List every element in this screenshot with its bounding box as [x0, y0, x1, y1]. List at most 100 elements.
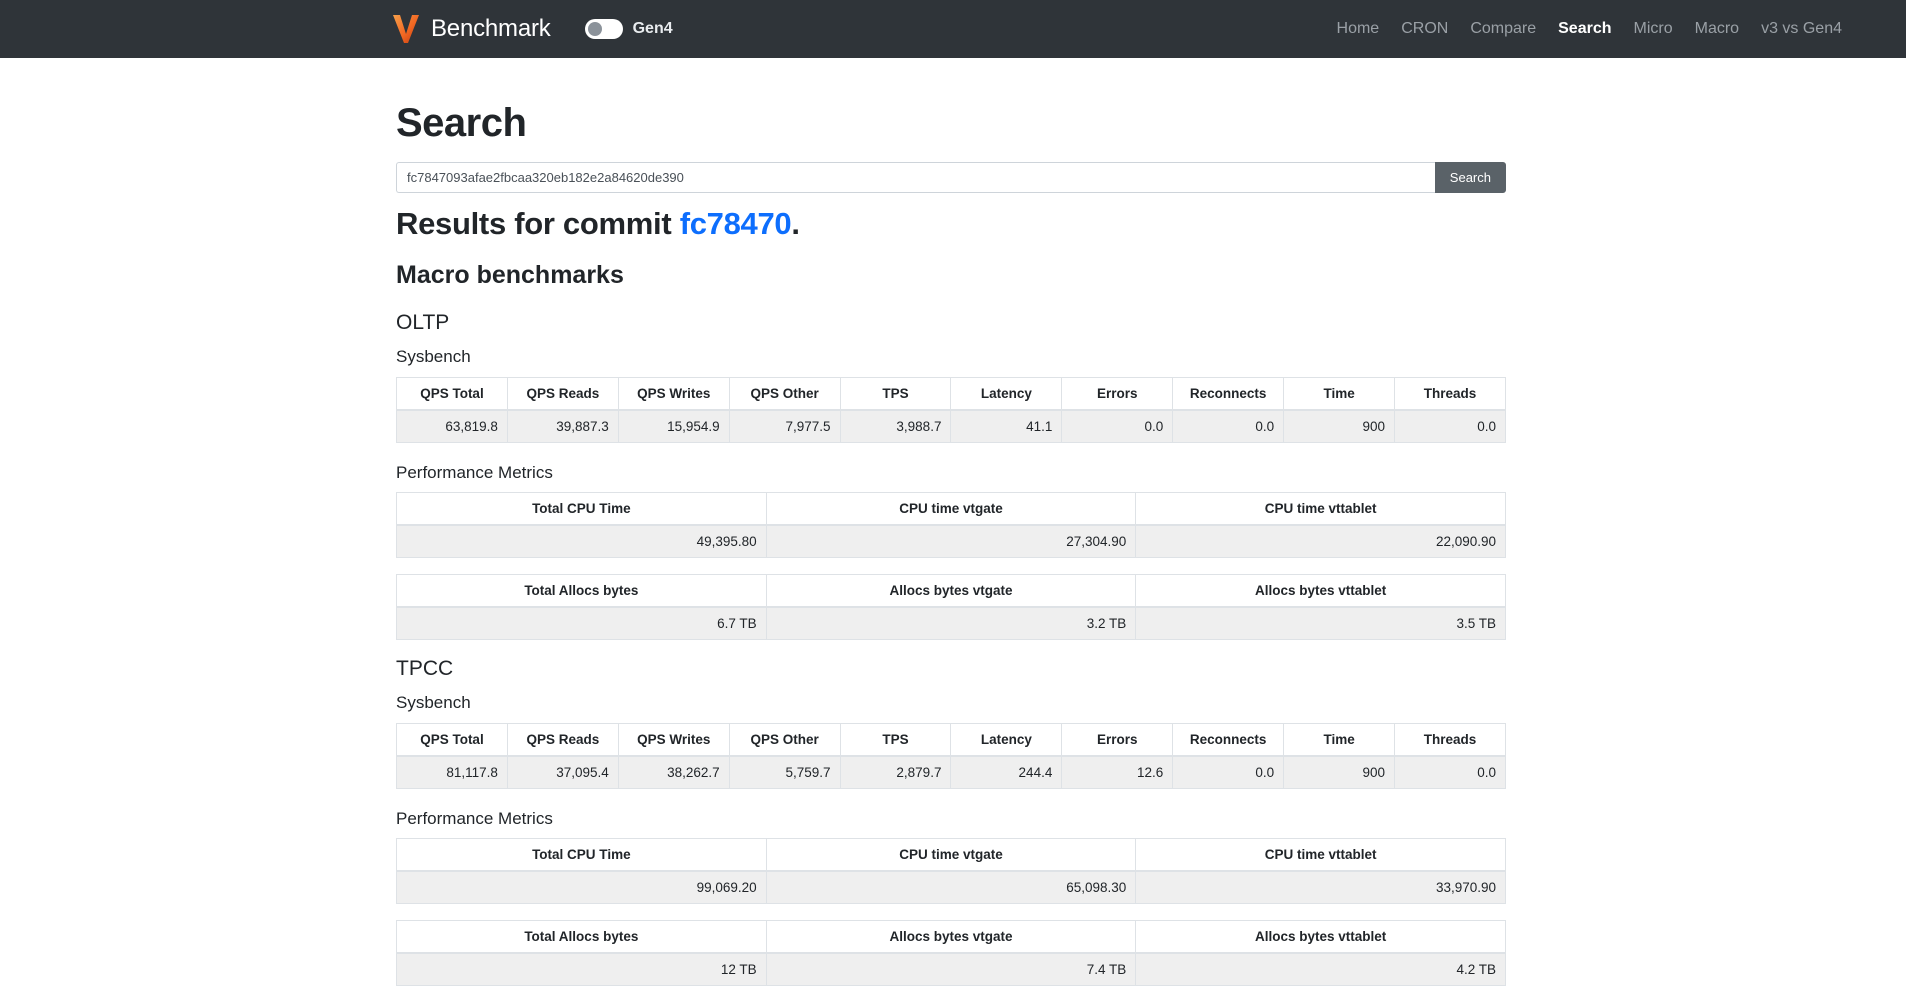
- results-prefix: Results for commit: [396, 206, 680, 241]
- th-errors: Errors: [1062, 377, 1173, 410]
- th-tps: TPS: [840, 723, 951, 756]
- cell-cpu-time-vttablet: 22,090.90: [1136, 525, 1506, 558]
- th-threads: Threads: [1395, 377, 1506, 410]
- th-reconnects: Reconnects: [1173, 723, 1284, 756]
- cell-reconnects: 0.0: [1173, 410, 1284, 443]
- nav-link-compare[interactable]: Compare: [1470, 21, 1536, 37]
- nav-link-v3-vs-gen4[interactable]: v3 vs Gen4: [1761, 21, 1842, 37]
- top-navbar: Benchmark Gen4 Home CRON Compare Search …: [0, 0, 1906, 58]
- table-header-row: QPS Total QPS Reads QPS Writes QPS Other…: [397, 723, 1506, 756]
- th-latency: Latency: [951, 723, 1062, 756]
- cell-qps-other: 7,977.5: [729, 410, 840, 443]
- nav-link-search[interactable]: Search: [1558, 21, 1611, 37]
- th-allocs-bytes-vttablet: Allocs bytes vttablet: [1136, 921, 1506, 954]
- brand[interactable]: Benchmark: [392, 14, 551, 44]
- table-header-row: Total Allocs bytes Allocs bytes vtgate A…: [397, 921, 1506, 954]
- table-row: 6.7 TB 3.2 TB 3.5 TB: [397, 607, 1506, 640]
- th-qps-reads: QPS Reads: [507, 723, 618, 756]
- th-qps-writes: QPS Writes: [618, 377, 729, 410]
- results-suffix: .: [791, 206, 799, 241]
- performance-metrics-label-oltp: Performance Metrics: [396, 463, 1506, 483]
- th-qps-reads: QPS Reads: [507, 377, 618, 410]
- table-header-row: Total CPU Time CPU time vtgate CPU time …: [397, 493, 1506, 526]
- sysbench-label-tpcc: Sysbench: [396, 693, 1506, 713]
- table-row: 81,117.8 37,095.4 38,262.7 5,759.7 2,879…: [397, 756, 1506, 789]
- toggle-switch-icon[interactable]: [585, 19, 623, 39]
- cell-qps-reads: 39,887.3: [507, 410, 618, 443]
- th-latency: Latency: [951, 377, 1062, 410]
- th-total-allocs-bytes: Total Allocs bytes: [397, 575, 767, 608]
- th-cpu-time-vttablet: CPU time vttablet: [1136, 839, 1506, 872]
- benchmark-title-oltp: OLTP: [396, 310, 1506, 335]
- benchmark-title-tpcc: TPCC: [396, 656, 1506, 681]
- vitess-v-logo-icon: [392, 14, 420, 44]
- th-qps-total: QPS Total: [397, 723, 508, 756]
- commit-link[interactable]: fc78470: [680, 206, 792, 241]
- cell-tps: 3,988.7: [840, 410, 951, 443]
- cell-total-cpu-time: 99,069.20: [397, 871, 767, 904]
- th-cpu-time-vtgate: CPU time vtgate: [766, 839, 1136, 872]
- cell-allocs-bytes-vttablet: 3.5 TB: [1136, 607, 1506, 640]
- cell-total-cpu-time: 49,395.80: [397, 525, 767, 558]
- table-row: 49,395.80 27,304.90 22,090.90: [397, 525, 1506, 558]
- table-header-row: Total Allocs bytes Allocs bytes vtgate A…: [397, 575, 1506, 608]
- th-time: Time: [1284, 723, 1395, 756]
- sysbench-table-tpcc: QPS Total QPS Reads QPS Writes QPS Other…: [396, 723, 1506, 789]
- cell-allocs-bytes-vtgate: 7.4 TB: [766, 953, 1136, 986]
- cell-cpu-time-vtgate: 65,098.30: [766, 871, 1136, 904]
- th-cpu-time-vttablet: CPU time vttablet: [1136, 493, 1506, 526]
- allocs-table-oltp: Total Allocs bytes Allocs bytes vtgate A…: [396, 574, 1506, 640]
- th-errors: Errors: [1062, 723, 1173, 756]
- cell-qps-reads: 37,095.4: [507, 756, 618, 789]
- macro-benchmarks-heading: Macro benchmarks: [396, 260, 1506, 290]
- search-button[interactable]: Search: [1435, 162, 1506, 193]
- th-qps-total: QPS Total: [397, 377, 508, 410]
- sysbench-table-oltp: QPS Total QPS Reads QPS Writes QPS Other…: [396, 377, 1506, 443]
- th-allocs-bytes-vttablet: Allocs bytes vttablet: [1136, 575, 1506, 608]
- allocs-table-tpcc: Total Allocs bytes Allocs bytes vtgate A…: [396, 920, 1506, 986]
- cell-errors: 0.0: [1062, 410, 1173, 443]
- nav-link-macro[interactable]: Macro: [1695, 21, 1739, 37]
- main-content: Search Search Results for commit fc78470…: [396, 58, 1506, 986]
- cell-cpu-time-vtgate: 27,304.90: [766, 525, 1136, 558]
- cell-threads: 0.0: [1395, 756, 1506, 789]
- cell-errors: 12.6: [1062, 756, 1173, 789]
- table-row: 12 TB 7.4 TB 4.2 TB: [397, 953, 1506, 986]
- cpu-table-tpcc: Total CPU Time CPU time vtgate CPU time …: [396, 838, 1506, 904]
- table-header-row: QPS Total QPS Reads QPS Writes QPS Other…: [397, 377, 1506, 410]
- cpu-table-oltp: Total CPU Time CPU time vtgate CPU time …: [396, 492, 1506, 558]
- th-qps-other: QPS Other: [729, 723, 840, 756]
- cell-threads: 0.0: [1395, 410, 1506, 443]
- results-heading: Results for commit fc78470.: [396, 205, 1506, 242]
- performance-metrics-label-tpcc: Performance Metrics: [396, 809, 1506, 829]
- main-nav: Home CRON Compare Search Micro Macro v3 …: [1337, 21, 1842, 37]
- cell-cpu-time-vttablet: 33,970.90: [1136, 871, 1506, 904]
- table-row: 99,069.20 65,098.30 33,970.90: [397, 871, 1506, 904]
- th-cpu-time-vtgate: CPU time vtgate: [766, 493, 1136, 526]
- cell-qps-writes: 15,954.9: [618, 410, 729, 443]
- cell-qps-other: 5,759.7: [729, 756, 840, 789]
- sysbench-label-oltp: Sysbench: [396, 347, 1506, 367]
- page-title: Search: [396, 100, 1506, 146]
- th-total-allocs-bytes: Total Allocs bytes: [397, 921, 767, 954]
- nav-link-micro[interactable]: Micro: [1634, 21, 1673, 37]
- th-total-cpu-time: Total CPU Time: [397, 839, 767, 872]
- cell-tps: 2,879.7: [840, 756, 951, 789]
- search-form: Search: [396, 162, 1506, 193]
- cell-time: 900: [1284, 756, 1395, 789]
- nav-link-home[interactable]: Home: [1337, 21, 1380, 37]
- th-allocs-bytes-vtgate: Allocs bytes vtgate: [766, 921, 1136, 954]
- search-input[interactable]: [396, 162, 1435, 193]
- cell-time: 900: [1284, 410, 1395, 443]
- cell-total-allocs-bytes: 12 TB: [397, 953, 767, 986]
- th-threads: Threads: [1395, 723, 1506, 756]
- gen4-toggle-group[interactable]: Gen4: [585, 19, 673, 39]
- cell-qps-total: 63,819.8: [397, 410, 508, 443]
- th-qps-other: QPS Other: [729, 377, 840, 410]
- cell-total-allocs-bytes: 6.7 TB: [397, 607, 767, 640]
- brand-name: Benchmark: [431, 17, 551, 41]
- th-qps-writes: QPS Writes: [618, 723, 729, 756]
- gen4-toggle-label: Gen4: [633, 21, 673, 37]
- nav-link-cron[interactable]: CRON: [1401, 21, 1448, 37]
- table-row: 63,819.8 39,887.3 15,954.9 7,977.5 3,988…: [397, 410, 1506, 443]
